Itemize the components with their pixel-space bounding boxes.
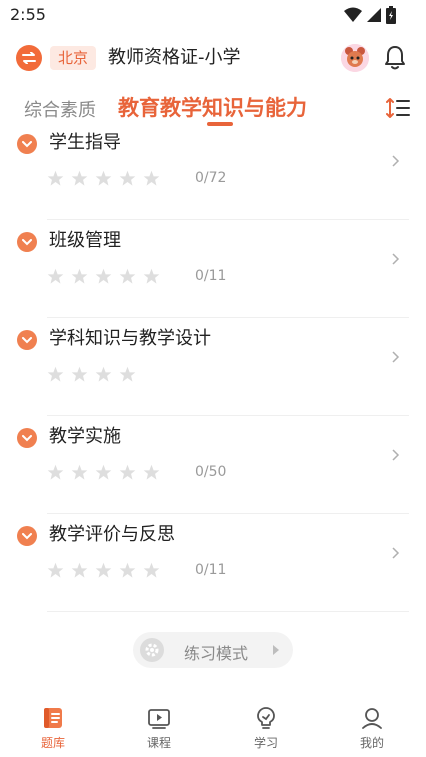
difficulty-stars — [47, 464, 160, 481]
chevron-right-icon[interactable] — [391, 448, 401, 462]
chapter-progress: 0/50 — [195, 464, 227, 480]
chapter-title: 学生指导 — [49, 132, 121, 153]
star-icon — [95, 562, 112, 578]
signal-icon — [367, 8, 381, 22]
star-icon — [47, 170, 64, 186]
star-icon — [119, 562, 136, 578]
chapter-title: 学科知识与教学设计 — [49, 328, 211, 349]
tab-education-knowledge[interactable]: 教育教学知识与能力 — [118, 92, 307, 122]
expand-chevron-icon[interactable] — [17, 134, 37, 154]
star-icon — [95, 464, 112, 480]
practice-mode-label: 练习模式 — [184, 644, 249, 663]
nav-label: 学习 — [253, 736, 278, 750]
question-bank-icon — [44, 708, 62, 728]
star-icon — [47, 464, 64, 480]
app-header: 北京 教师资格证-小学 — [0, 36, 426, 80]
difficulty-stars — [47, 562, 160, 579]
difficulty-stars — [47, 268, 160, 285]
tab-comprehensive-quality[interactable]: 综合素质 — [24, 96, 96, 122]
chapter-progress: 0/11 — [195, 562, 227, 578]
divider — [47, 611, 409, 612]
difficulty-stars — [47, 170, 160, 187]
divider — [47, 513, 409, 514]
notification-bell-icon[interactable] — [383, 45, 407, 71]
chapter-item[interactable]: 教学实施 0/50 — [0, 426, 426, 525]
star-icon — [119, 366, 136, 382]
expand-chevron-icon[interactable] — [17, 526, 37, 546]
star-icon — [119, 464, 136, 480]
switch-exam-button[interactable] — [16, 45, 42, 71]
chapter-item[interactable]: 学生指导 0/72 — [0, 132, 426, 231]
city-selector[interactable]: 北京 — [50, 46, 97, 70]
nav-label: 题库 — [40, 736, 65, 750]
avatar[interactable] — [341, 44, 369, 72]
chapter-title: 教学评价与反思 — [49, 524, 175, 545]
star-icon — [71, 366, 88, 382]
star-icon — [71, 170, 88, 186]
battery-icon — [386, 6, 396, 24]
divider — [47, 415, 409, 416]
star-icon — [143, 170, 160, 186]
swap-arrows-icon — [22, 52, 36, 64]
chapter-item[interactable]: 学科知识与教学设计 — [0, 328, 426, 427]
divider — [47, 317, 409, 318]
chevron-right-icon[interactable] — [391, 154, 401, 168]
sort-icon[interactable] — [386, 96, 410, 120]
nav-item-course[interactable]: 课程 — [129, 706, 189, 751]
expand-chevron-icon[interactable] — [17, 428, 37, 448]
star-icon — [95, 170, 112, 186]
expand-chevron-icon[interactable] — [17, 232, 37, 252]
exam-title[interactable]: 教师资格证-小学 — [108, 45, 241, 71]
star-icon — [119, 170, 136, 186]
chapter-title: 教学实施 — [49, 426, 121, 447]
expand-chevron-icon[interactable] — [17, 330, 37, 350]
difficulty-stars — [47, 366, 136, 383]
chapter-title: 班级管理 — [49, 230, 121, 251]
nav-item-question-bank[interactable]: 题库 — [23, 706, 83, 751]
nav-item-study[interactable]: 学习 — [236, 706, 296, 751]
chapter-item[interactable]: 教学评价与反思 0/11 — [0, 524, 426, 623]
status-icons — [344, 6, 396, 24]
nav-label: 课程 — [146, 736, 171, 750]
star-icon — [143, 562, 160, 578]
nav-label: 我的 — [359, 736, 384, 750]
star-icon — [119, 268, 136, 284]
mascot-icon — [341, 44, 369, 72]
status-bar: 2:55 — [0, 0, 426, 30]
bottom-nav: 题库 课程 学习 我的 — [0, 700, 426, 757]
chapter-progress: 0/72 — [195, 170, 227, 186]
chevron-right-icon[interactable] — [391, 546, 401, 560]
divider — [47, 219, 409, 220]
wifi-icon — [344, 7, 362, 22]
chapter-progress: 0/11 — [195, 268, 227, 284]
active-tab-indicator — [207, 122, 233, 126]
star-icon — [143, 464, 160, 480]
play-arrow-icon — [273, 645, 279, 655]
star-icon — [71, 464, 88, 480]
chevron-right-icon[interactable] — [391, 252, 401, 266]
star-icon — [95, 366, 112, 382]
star-icon — [47, 562, 64, 578]
profile-icon — [362, 708, 382, 729]
chapter-item[interactable]: 班级管理 0/11 — [0, 230, 426, 329]
star-icon — [95, 268, 112, 284]
chevron-right-icon[interactable] — [391, 350, 401, 364]
star-icon — [71, 562, 88, 578]
star-icon — [71, 268, 88, 284]
star-icon — [47, 366, 64, 382]
study-bulb-icon — [257, 707, 275, 729]
course-play-icon — [148, 709, 170, 729]
star-icon — [47, 268, 64, 284]
gear-icon — [140, 638, 164, 662]
status-time: 2:55 — [10, 5, 46, 24]
star-icon — [143, 268, 160, 284]
nav-item-profile[interactable]: 我的 — [342, 706, 402, 751]
practice-mode-button[interactable]: 练习模式 — [133, 632, 293, 668]
